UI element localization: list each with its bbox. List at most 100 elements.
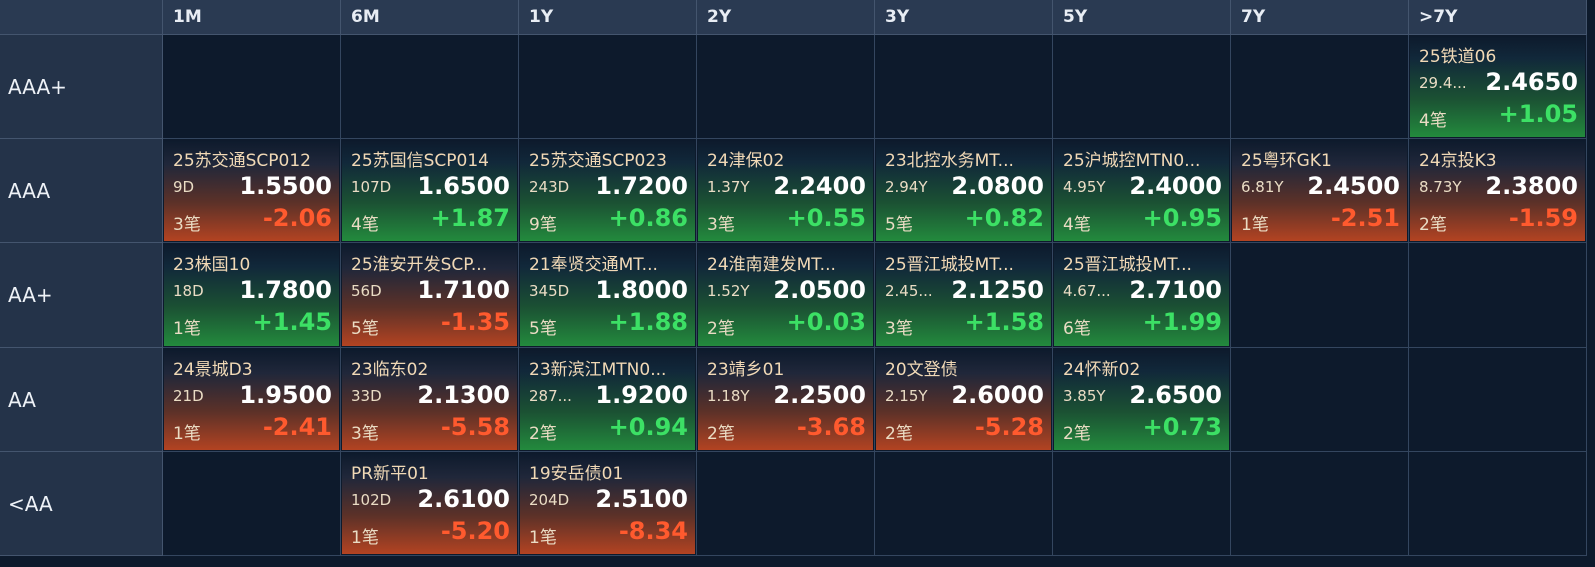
- bond-yield-matrix: 1M 6M 1Y 2Y 3Y 5Y 7Y >7Y AAA+ 25铁道06 29.4... 2.4650…: [0, 0, 1595, 567]
- corner-header: [0, 0, 163, 35]
- bond-change: -2.06: [262, 204, 332, 232]
- bond-change: +0.86: [608, 204, 688, 232]
- matrix-cell: 23靖乡01 1.18Y 2.2500 2笔 -3.68: [697, 348, 875, 452]
- bond-deal-count: 1笔: [173, 319, 201, 339]
- bond-yield: 2.1250: [951, 276, 1044, 304]
- bond-card[interactable]: 19安岳债01 204D 2.5100 1笔 -8.34: [520, 453, 695, 554]
- bond-term: 204D: [529, 491, 570, 509]
- bond-term: 1.52Y: [707, 282, 750, 300]
- bond-yield: 2.3800: [1485, 172, 1578, 200]
- bond-deal-count: 1笔: [529, 528, 557, 548]
- matrix-cell: 24怀新02 3.85Y 2.6500 2笔 +0.73: [1053, 348, 1231, 452]
- matrix-cell: [341, 35, 519, 139]
- row-header-4[interactable]: AA: [0, 348, 163, 452]
- bond-card[interactable]: 25苏交通SCP012 9D 1.5500 3笔 -2.06: [164, 140, 339, 241]
- bond-name: 25粤环GK1: [1241, 151, 1332, 171]
- bond-deal-count: 6笔: [1063, 319, 1091, 339]
- matrix-cell: PR新平01 102D 2.6100 1笔 -5.20: [341, 452, 519, 556]
- bond-deal-count: 2笔: [707, 319, 735, 339]
- bond-card[interactable]: 25沪城控MTN0... 4.95Y 2.4000 4笔 +0.95: [1054, 140, 1229, 241]
- column-header-8[interactable]: >7Y: [1409, 0, 1587, 35]
- bond-yield: 2.6000: [951, 381, 1044, 409]
- bond-yield: 2.4650: [1485, 68, 1578, 96]
- bond-deal-count: 1笔: [351, 528, 379, 548]
- bond-name: 25淮安开发SCP...: [351, 255, 488, 275]
- matrix-cell: 23新滨江MTN0... 287... 1.9200 2笔 +0.94: [519, 348, 697, 452]
- row-header-5[interactable]: <AA: [0, 452, 163, 556]
- bond-change: -1.35: [440, 308, 510, 336]
- matrix-cell: [1231, 243, 1409, 348]
- bond-yield: 1.7800: [239, 276, 332, 304]
- bond-card[interactable]: 21奉贤交通MT... 345D 1.8000 5笔 +1.88: [520, 244, 695, 346]
- bond-card[interactable]: PR新平01 102D 2.6100 1笔 -5.20: [342, 453, 517, 554]
- matrix-cell: [875, 452, 1053, 556]
- column-header-6[interactable]: 5Y: [1053, 0, 1231, 35]
- bond-change: -8.34: [618, 517, 688, 545]
- column-header-3[interactable]: 1Y: [519, 0, 697, 35]
- bond-name: 24怀新02: [1063, 360, 1141, 380]
- row-header-2[interactable]: AAA: [0, 139, 163, 243]
- matrix-cell: 23临东02 33D 2.1300 3笔 -5.58: [341, 348, 519, 452]
- bond-card[interactable]: 24景城D3 21D 1.9500 1笔 -2.41: [164, 349, 339, 450]
- bond-change: -5.58: [440, 413, 510, 441]
- bond-change: -3.68: [796, 413, 866, 441]
- bond-card[interactable]: 25苏交通SCP023 243D 1.7200 9笔 +0.86: [520, 140, 695, 241]
- bond-card[interactable]: 24怀新02 3.85Y 2.6500 2笔 +0.73: [1054, 349, 1229, 450]
- bond-yield: 2.4500: [1307, 172, 1400, 200]
- matrix-cell: 20文登债 2.15Y 2.6000 2笔 -5.28: [875, 348, 1053, 452]
- column-header-2[interactable]: 6M: [341, 0, 519, 35]
- column-header-4[interactable]: 2Y: [697, 0, 875, 35]
- bond-term: 243D: [529, 178, 570, 196]
- bond-card[interactable]: 20文登债 2.15Y 2.6000 2笔 -5.28: [876, 349, 1051, 450]
- bond-name: 23株国10: [173, 255, 251, 275]
- bond-name: 23靖乡01: [707, 360, 785, 380]
- bond-card[interactable]: 25苏国信SCP014 107D 1.6500 4笔 +1.87: [342, 140, 517, 241]
- bond-card[interactable]: 24津保02 1.37Y 2.2400 3笔 +0.55: [698, 140, 873, 241]
- bond-card[interactable]: 25铁道06 29.4... 2.4650 4笔 +1.05: [1410, 36, 1585, 137]
- bond-yield: 1.6500: [417, 172, 510, 200]
- bond-name: 25晋江城投MT...: [1063, 255, 1192, 275]
- bond-card[interactable]: 23新滨江MTN0... 287... 1.9200 2笔 +0.94: [520, 349, 695, 450]
- matrix-cell: [697, 35, 875, 139]
- bond-term: 107D: [351, 178, 392, 196]
- bond-yield: 2.0500: [773, 276, 866, 304]
- bond-deal-count: 5笔: [885, 215, 913, 235]
- matrix-cell: 25晋江城投MT... 2.45... 2.1250 3笔 +1.58: [875, 243, 1053, 348]
- bond-yield: 1.7100: [417, 276, 510, 304]
- bond-yield: 2.2400: [773, 172, 866, 200]
- bond-card[interactable]: 23株国10 18D 1.7800 1笔 +1.45: [164, 244, 339, 346]
- column-header-7[interactable]: 7Y: [1231, 0, 1409, 35]
- bond-change: +0.95: [1142, 204, 1222, 232]
- bond-term: 3.85Y: [1063, 387, 1106, 405]
- bond-card[interactable]: 24京投K3 8.73Y 2.3800 2笔 -1.59: [1410, 140, 1585, 241]
- bond-card[interactable]: 25粤环GK1 6.81Y 2.4500 1笔 -2.51: [1232, 140, 1407, 241]
- bond-deal-count: 1笔: [1241, 215, 1269, 235]
- bond-change: -2.41: [262, 413, 332, 441]
- bond-change: +1.99: [1142, 308, 1222, 336]
- matrix-cell: 25淮安开发SCP... 56D 1.7100 5笔 -1.35: [341, 243, 519, 348]
- row-header-1[interactable]: AAA+: [0, 35, 163, 139]
- matrix-cell: 24景城D3 21D 1.9500 1笔 -2.41: [163, 348, 341, 452]
- bond-card[interactable]: 24淮南建发MT... 1.52Y 2.0500 2笔 +0.03: [698, 244, 873, 346]
- bond-term: 56D: [351, 282, 382, 300]
- bond-deal-count: 1笔: [173, 424, 201, 444]
- bond-name: PR新平01: [351, 464, 429, 484]
- bond-change: -5.20: [440, 517, 510, 545]
- bond-yield: 2.2500: [773, 381, 866, 409]
- bond-name: 23临东02: [351, 360, 429, 380]
- bond-card[interactable]: 23靖乡01 1.18Y 2.2500 2笔 -3.68: [698, 349, 873, 450]
- bond-card[interactable]: 23临东02 33D 2.1300 3笔 -5.58: [342, 349, 517, 450]
- column-header-5[interactable]: 3Y: [875, 0, 1053, 35]
- bond-card[interactable]: 23北控水务MT... 2.94Y 2.0800 5笔 +0.82: [876, 140, 1051, 241]
- matrix-cell: 23株国10 18D 1.7800 1笔 +1.45: [163, 243, 341, 348]
- bond-term: 102D: [351, 491, 392, 509]
- bond-card[interactable]: 25淮安开发SCP... 56D 1.7100 5笔 -1.35: [342, 244, 517, 346]
- row-header-3[interactable]: AA+: [0, 243, 163, 348]
- bond-name: 25晋江城投MT...: [885, 255, 1014, 275]
- bond-card[interactable]: 25晋江城投MT... 4.67... 2.7100 6笔 +1.99: [1054, 244, 1229, 346]
- bond-change: -1.59: [1508, 204, 1578, 232]
- matrix-cell: [1053, 35, 1231, 139]
- column-header-1[interactable]: 1M: [163, 0, 341, 35]
- bond-card[interactable]: 25晋江城投MT... 2.45... 2.1250 3笔 +1.58: [876, 244, 1051, 346]
- bond-deal-count: 5笔: [529, 319, 557, 339]
